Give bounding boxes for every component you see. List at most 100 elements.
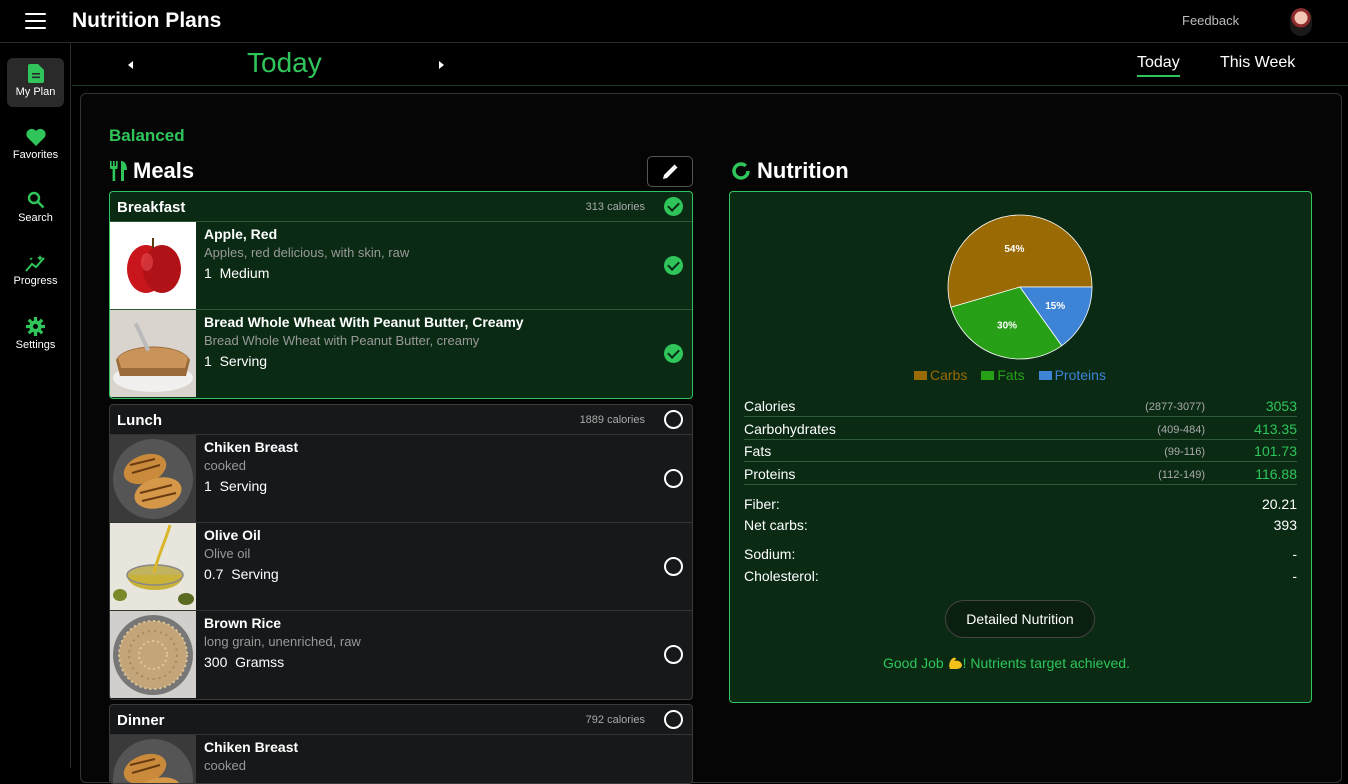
food-name: Brown Rice <box>204 615 282 631</box>
pencil-icon <box>663 164 678 179</box>
app-title: Nutrition Plans <box>72 9 222 32</box>
legend-carbs: Carbs <box>914 367 967 383</box>
pie-label-carbs: 54% <box>1004 244 1024 255</box>
meal-check-icon[interactable] <box>664 410 683 429</box>
food-quantity: 300 Gramss <box>204 654 285 670</box>
nutrient-fiber: Fiber: 20.21 <box>744 496 1297 512</box>
menu-icon[interactable] <box>25 13 46 29</box>
nutrition-header: Nutrition <box>731 158 849 184</box>
gear-icon <box>26 317 45 336</box>
meal-name: Lunch <box>117 412 162 429</box>
sidebar-item-label: Settings <box>15 339 56 351</box>
sidebar-item-favorites[interactable]: Favorites <box>7 122 64 171</box>
nutrient-row-fats: Fats (99-116) 101.73 <box>744 440 1297 462</box>
detailed-nutrition-button[interactable]: Detailed Nutrition <box>945 600 1095 638</box>
donut-chart-icon <box>732 162 750 180</box>
food-check-icon[interactable] <box>664 645 683 664</box>
sidebar-item-label: My Plan <box>15 86 56 98</box>
meal-check-icon[interactable] <box>664 710 683 729</box>
food-check-icon[interactable] <box>664 344 683 363</box>
bread-peanut-butter-image <box>110 310 196 397</box>
legend-proteins: Proteins <box>1038 367 1106 383</box>
chevron-right-icon[interactable] <box>432 56 450 74</box>
meal-lunch: Lunch 1889 calories Chiken Breast cooked… <box>109 404 693 700</box>
meal-header: Lunch 1889 calories <box>110 405 692 435</box>
meal-calories: 792 calories <box>585 714 645 726</box>
utensils-icon <box>110 161 127 181</box>
meal-name: Breakfast <box>117 199 186 216</box>
pie-label-fats: 30% <box>997 320 1017 331</box>
food-description: long grain, unenriched, raw <box>204 634 361 649</box>
olive-oil-image <box>110 523 196 610</box>
sidebar-item-settings[interactable]: Settings <box>7 311 64 360</box>
brown-rice-image <box>110 611 196 698</box>
feedback-link[interactable]: Feedback <box>1182 13 1239 28</box>
food-quantity: 1 Serving <box>204 478 268 494</box>
meal-dinner: Dinner 792 calories Chiken Breast cooked <box>109 704 693 784</box>
meals-header: Meals <box>109 158 194 184</box>
flexed-arm-icon <box>948 657 962 669</box>
food-description: cooked <box>204 458 246 473</box>
meal-calories: 1889 calories <box>579 414 645 426</box>
pie-label-proteins: 15% <box>1045 301 1065 312</box>
nutrient-row-proteins: Proteins (112-149) 116.88 <box>744 463 1297 485</box>
food-description: Apples, red delicious, with skin, raw <box>204 245 410 260</box>
avatar[interactable] <box>1290 8 1312 36</box>
nutrient-row-calories: Calories (2877-3077) 3053 <box>744 395 1297 417</box>
sidebar-item-label: Search <box>18 212 53 224</box>
food-description: Olive oil <box>204 546 251 561</box>
sparkles-icon <box>24 255 45 272</box>
sidebar-item-label: Favorites <box>12 149 59 161</box>
sidebar-item-search[interactable]: Search <box>7 185 64 234</box>
edit-meals-button[interactable] <box>647 156 693 187</box>
food-name: Apple, Red <box>204 226 278 242</box>
plan-name: Balanced <box>109 126 185 145</box>
food-name: Olive Oil <box>204 527 261 543</box>
sidebar-item-progress[interactable]: Progress <box>7 248 64 297</box>
food-name: Chiken Breast <box>204 439 299 455</box>
chicken-breast-image <box>110 735 196 783</box>
food-item[interactable]: Brown Rice long grain, unenriched, raw 3… <box>110 611 692 699</box>
date-bar: Today Today This Week <box>72 44 1348 86</box>
food-description: cooked <box>204 758 246 773</box>
food-name: Chiken Breast <box>204 739 299 755</box>
apple-image <box>110 222 196 309</box>
chicken-breast-image <box>110 435 196 522</box>
food-item[interactable]: Apple, Red Apples, red delicious, with s… <box>110 222 692 310</box>
macro-pie-chart: 54% 30% 15% <box>947 214 1093 360</box>
date-title: Today <box>247 47 322 78</box>
food-item[interactable]: Chiken Breast cooked <box>110 735 692 783</box>
top-bar: Nutrition Plans Feedback <box>0 0 1348 43</box>
meal-breakfast: Breakfast 313 calories Apple, Red Apples… <box>109 191 693 399</box>
meal-header: Dinner 792 calories <box>110 705 692 735</box>
meals-title: Meals <box>133 158 195 183</box>
tab-today[interactable]: Today <box>1137 54 1180 77</box>
food-quantity: 1 Serving <box>204 353 268 369</box>
food-check-icon[interactable] <box>664 469 683 488</box>
food-quantity: 1 Medium <box>204 265 270 281</box>
food-quantity: 0.7 Serving <box>204 566 279 582</box>
search-icon <box>27 191 44 209</box>
sidebar-item-my-plan[interactable]: My Plan <box>7 58 64 107</box>
food-check-icon[interactable] <box>664 557 683 576</box>
heart-icon <box>25 128 46 146</box>
meal-header: Breakfast 313 calories <box>110 192 692 222</box>
food-check-icon[interactable] <box>664 256 683 275</box>
nutrient-cholesterol: Cholesterol: - <box>744 568 1297 584</box>
good-job-message: Good Job ! Nutrients target achieved. <box>883 655 1130 671</box>
food-description: Bread Whole Wheat with Peanut Butter, cr… <box>204 333 480 348</box>
nutrition-title: Nutrition <box>757 158 849 183</box>
tab-this-week[interactable]: This Week <box>1220 54 1295 72</box>
food-item[interactable]: Chiken Breast cooked 1 Serving <box>110 435 692 523</box>
legend-fats: Fats <box>981 367 1025 383</box>
meal-check-icon[interactable] <box>664 197 683 216</box>
food-item[interactable]: Olive Oil Olive oil 0.7 Serving <box>110 523 692 611</box>
meal-name: Dinner <box>117 712 165 729</box>
meal-calories: 313 calories <box>585 201 645 213</box>
chevron-left-icon[interactable] <box>122 56 140 74</box>
food-item[interactable]: Bread Whole Wheat With Peanut Butter, Cr… <box>110 310 692 398</box>
nutrient-net-carbs: Net carbs: 393 <box>744 517 1297 533</box>
nutrient-sodium: Sodium: - <box>744 546 1297 562</box>
pie-legend: Carbs Fats Proteins <box>914 367 1106 383</box>
sidebar: My Plan Favorites Search Progress Settin… <box>0 43 71 768</box>
